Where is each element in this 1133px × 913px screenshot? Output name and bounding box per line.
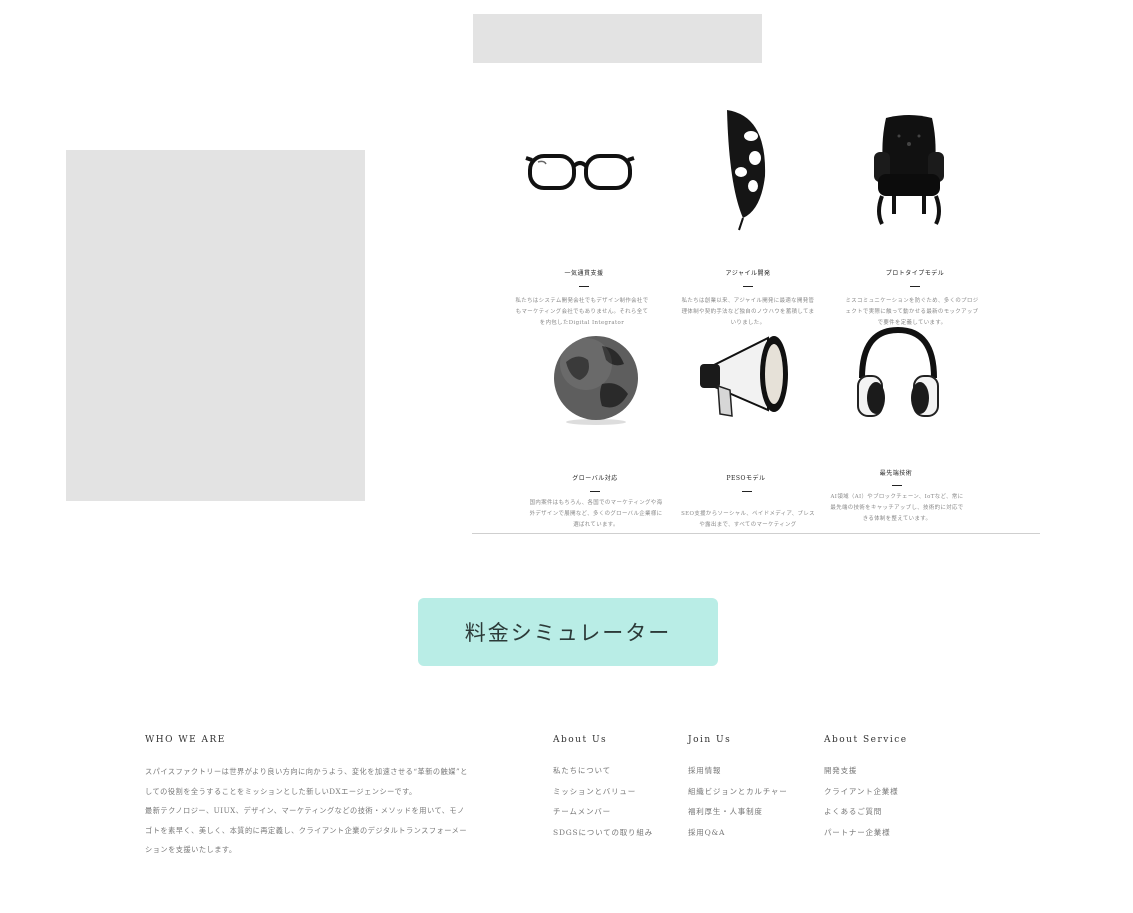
footer-join-list: 採用情報 組織ビジョンとカルチャー 福利厚生・人事制度 採用Q&A	[688, 764, 788, 846]
service-title: グローバル対応	[572, 475, 618, 482]
footer-service-list: 開発支援 クライアント企業様 よくあるご質問 パートナー企業様	[824, 764, 898, 846]
service-desc: 私たちは創業以来、アジャイル開発に最適な開発管理体制や契約手法など独自のノウハウ…	[681, 298, 815, 326]
footer-link[interactable]: SDGSについての取り組み	[553, 826, 653, 847]
divider	[590, 491, 600, 492]
service-title: 最先端技術	[879, 470, 913, 477]
footer-link[interactable]: 組織ビジョンとカルチャー	[688, 785, 788, 806]
footer-link[interactable]: 福利厚生・人事制度	[688, 805, 788, 826]
divider	[910, 286, 920, 287]
footer-link[interactable]: 採用Q&A	[688, 826, 788, 847]
footer-link[interactable]: パートナー企業様	[824, 826, 898, 847]
footer-link[interactable]: チームメンバー	[553, 805, 653, 826]
footer-heading-who: WHO WE ARE	[145, 735, 226, 745]
headphones-icon	[857, 326, 939, 417]
service-desc: 私たちはシステム開発会社でもデザイン制作会社でもマーケティング会社でもありません…	[515, 298, 649, 326]
glasses-icon	[525, 154, 635, 190]
service-desc: AI領域（AI）やブロックチェーン、IoTなど、常に最先端の技術をキャッチアップ…	[830, 494, 964, 522]
footer-about-list: 私たちについて ミッションとバリュー チームメンバー SDGSについての取り組み	[553, 764, 653, 846]
footer-link[interactable]: 採用情報	[688, 764, 788, 785]
who-paragraph-1: スパイスファクトリーは世界がより良い方向に向かうよう、変化を加速させる“革新の触…	[145, 767, 468, 796]
footer-link[interactable]: よくあるご質問	[824, 805, 898, 826]
armchair-icon	[874, 115, 944, 225]
globe-icon	[554, 336, 638, 425]
divider	[579, 286, 589, 287]
who-paragraph-2: 最新テクノロジー、UIUX、デザイン、マーケティングなどの技術・メソッドを用いて…	[145, 806, 468, 854]
megaphone-icon	[700, 336, 788, 417]
feather-icon	[727, 110, 766, 231]
divider	[742, 491, 752, 492]
service-desc: ミスコミュニケーションを防ぐため、多くのプロジェクトで実際に触って動かせる最新の…	[845, 298, 979, 326]
price-simulator-button[interactable]: 料金シミュレーター	[418, 598, 718, 666]
divider	[743, 286, 753, 287]
footer-heading-service: About Service	[824, 735, 908, 745]
service-title: アジャイル開発	[725, 270, 771, 277]
service-title: PESOモデル	[726, 475, 766, 482]
services-panel: 一気通貫支援 私たちはシステム開発会社でもデザイン制作会社でもマーケティング会社…	[472, 80, 1040, 534]
footer-link[interactable]: クライアント企業様	[824, 785, 898, 806]
service-desc: 国内案件はもちろん、各国でのマーケティングや海外デザインで展開など、多くのグロー…	[529, 500, 663, 528]
footer-link[interactable]: 私たちについて	[553, 764, 653, 785]
image-placeholder-left	[66, 150, 365, 501]
image-placeholder-top	[473, 14, 762, 63]
service-title: 一気通貫支援	[564, 270, 604, 277]
service-desc: SEO支援からソーシャル、ペイドメディア、プレスや露出まで、すべてのマーケティン…	[681, 511, 815, 528]
who-we-are-text: スパイスファクトリーは世界がより良い方向に向かうよう、変化を加速させる“革新の触…	[145, 762, 470, 860]
divider	[892, 485, 902, 486]
footer-heading-about: About Us	[553, 735, 608, 745]
footer-heading-join: Join Us	[688, 735, 732, 745]
footer-link[interactable]: 開発支援	[824, 764, 898, 785]
service-title: プロトタイプモデル	[885, 270, 945, 277]
footer-link[interactable]: ミッションとバリュー	[553, 785, 653, 806]
